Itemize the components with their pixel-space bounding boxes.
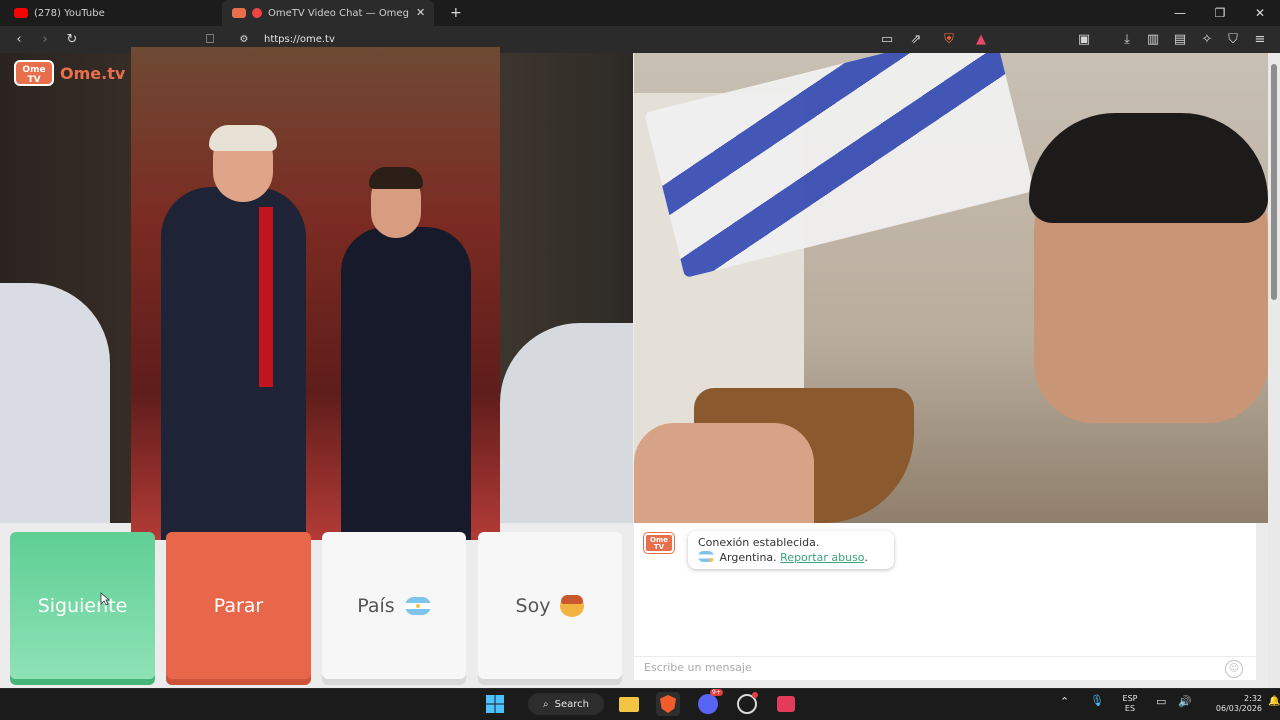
reload-icon[interactable]: ↻ [61, 26, 83, 53]
search-icon: ⌕ [543, 698, 549, 710]
photo-person-right [341, 227, 471, 540]
gender-button[interactable]: Soy [478, 532, 622, 679]
partner-country: Argentina. Reportar abuso. [698, 550, 884, 565]
tab-ometv[interactable]: OmeTV Video Chat — Omeg [222, 0, 434, 26]
brave-browser-icon[interactable] [656, 692, 680, 716]
vpn-icon[interactable]: ⛉ [1222, 26, 1244, 53]
language-code: ESP [1122, 694, 1138, 703]
overlay-photo [131, 47, 500, 540]
video-figure [0, 283, 110, 523]
photo-hair-left [209, 125, 277, 151]
back-icon[interactable]: ‹ [8, 26, 30, 53]
brave-rewards-icon[interactable]: ▲ [970, 26, 992, 53]
emoji-picker-icon[interactable]: ☺ [1225, 660, 1243, 678]
next-button[interactable]: Siguiente [10, 532, 155, 679]
report-suffix: . [864, 551, 868, 564]
reader-icon[interactable]: ▣ [1073, 26, 1095, 53]
download-icon[interactable]: ⤓ [1116, 26, 1138, 53]
notification-dot [752, 692, 758, 698]
report-abuse-link[interactable]: Reportar abuso [780, 551, 864, 564]
country-button[interactable]: País [322, 532, 466, 679]
argentina-flag-icon [698, 551, 714, 562]
keyboard-layout: ES [1124, 704, 1136, 713]
wallet-icon[interactable]: ▤ [1169, 26, 1191, 53]
discord-badge: 9+ [710, 689, 723, 696]
minimize-icon[interactable]: — [1160, 0, 1200, 26]
ometv-icon [232, 8, 246, 18]
language-indicator[interactable]: ESP ES [1118, 694, 1142, 714]
youtube-icon [14, 8, 28, 18]
sidebar-icon[interactable]: ▥ [1142, 26, 1164, 53]
brave-shield-icon[interactable]: ⛨ [938, 26, 960, 53]
menu-icon[interactable]: ≡ [1249, 26, 1271, 53]
restore-icon[interactable]: ❐ [1200, 0, 1240, 26]
message-placeholder: Escribe un mensaje [644, 661, 752, 674]
notification-icon[interactable]: 🔔 [1268, 697, 1280, 707]
volume-icon[interactable]: 🔊 [1178, 696, 1192, 707]
tab-title: OmeTV Video Chat — Omeg [268, 7, 409, 19]
chevron-up-icon[interactable]: ⌃ [1060, 696, 1069, 707]
photo-tie [259, 207, 273, 387]
time: 2:32 [1244, 694, 1262, 703]
photo-hair-right [369, 167, 423, 189]
leo-icon[interactable]: ✧ [1196, 26, 1218, 53]
clock[interactable]: 2:32 06/03/2026 [1200, 694, 1262, 714]
stop-button-label: Parar [213, 594, 264, 617]
recording-icon [252, 8, 262, 18]
argentina-flag-icon [404, 596, 431, 615]
steam-icon[interactable] [735, 692, 759, 716]
video-hair [1029, 113, 1268, 223]
microphone-icon[interactable]: 🎙 [1090, 695, 1104, 706]
photo-person-left [161, 187, 306, 540]
share-icon[interactable]: ⇗ [905, 26, 927, 53]
stranger-video [634, 53, 1268, 523]
discord-icon[interactable]: 9+ [696, 689, 723, 716]
start-icon[interactable] [483, 692, 507, 716]
ometv-logo-badge: Ome TV [14, 60, 54, 86]
boy-emoji-icon [560, 594, 585, 617]
country-name: Argentina. [719, 551, 777, 564]
forward-icon[interactable]: › [34, 26, 56, 53]
next-button-label: Siguiente [37, 594, 128, 617]
video-figure [500, 323, 633, 523]
cast-icon[interactable]: ▭ [876, 26, 898, 53]
ometv-chat-logo: Ome TV [644, 533, 674, 553]
mouse-cursor-icon [100, 592, 110, 606]
taskbar-search[interactable]: ⌕ Search [528, 693, 604, 715]
stop-button[interactable]: Parar [166, 532, 311, 679]
ometv-logo-text: Ome.tv [60, 64, 126, 83]
scrollbar-thumb[interactable] [1271, 64, 1277, 300]
app-icon[interactable] [774, 692, 798, 716]
video-hand [634, 423, 814, 523]
system-message: Conexión establecida. Argentina. Reporta… [688, 531, 894, 569]
close-window-icon[interactable]: ✕ [1240, 0, 1280, 26]
network-icon[interactable]: ▭ [1156, 696, 1166, 707]
close-tab-icon[interactable]: ✕ [416, 6, 425, 19]
gender-button-label: Soy [515, 594, 551, 617]
date: 06/03/2026 [1215, 704, 1262, 713]
new-tab-icon[interactable]: + [450, 5, 462, 21]
flag-image [644, 53, 1035, 278]
tab-title: (278) YouTube [34, 7, 105, 19]
file-explorer-icon[interactable] [617, 692, 641, 716]
connection-status: Conexión establecida. [698, 536, 820, 549]
search-label: Search [554, 698, 589, 710]
tab-youtube[interactable]: (278) YouTube [8, 0, 218, 26]
country-button-label: País [357, 594, 395, 617]
